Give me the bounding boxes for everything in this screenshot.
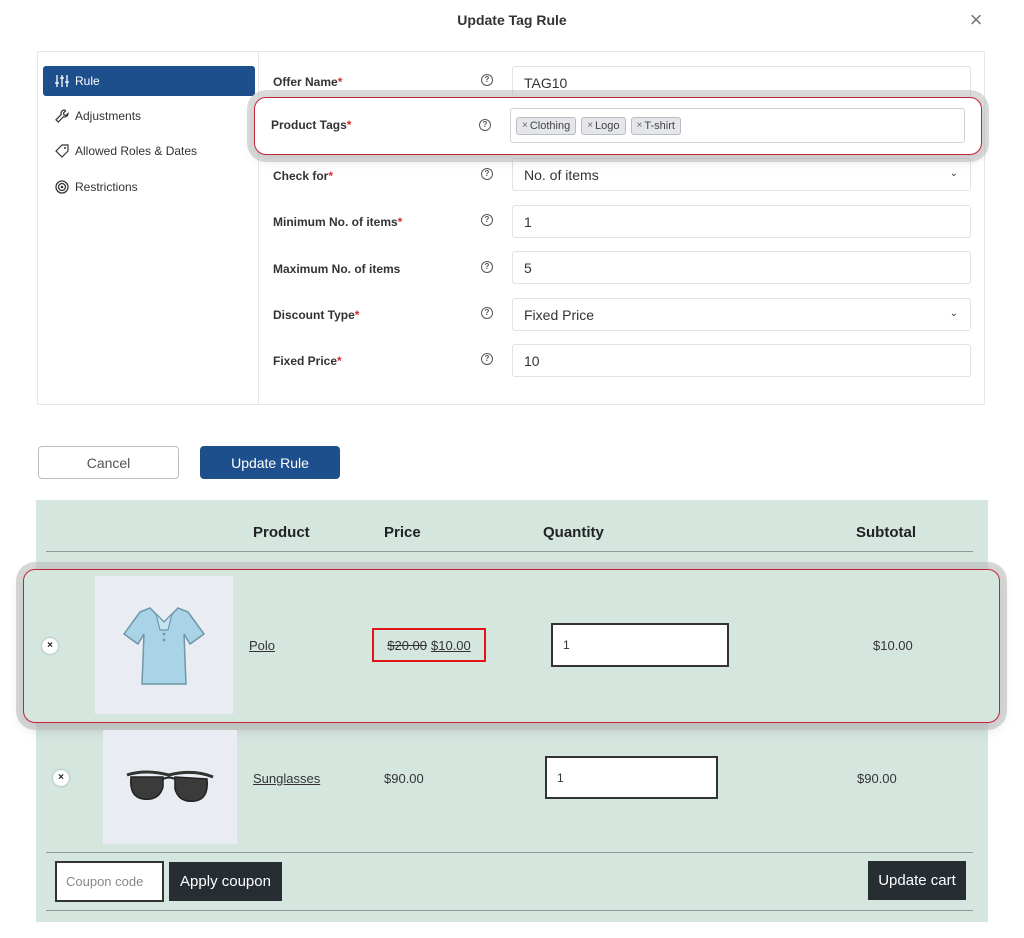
help-icon[interactable]: ? [481,214,493,226]
apply-coupon-button[interactable]: Apply coupon [169,862,282,901]
column-header-quantity: Quantity [543,524,604,541]
update-cart-button[interactable]: Update cart [868,861,966,900]
help-icon[interactable]: ? [481,307,493,319]
sidebar-item-label: Adjustments [75,109,142,123]
divider [46,551,973,552]
product-tags-input[interactable]: × Clothing × Logo × T-shirt [510,108,965,143]
rule-sidebar: Rule Adjustments Allowed Roles & Dates R… [38,52,259,404]
polo-shirt-image [122,607,206,685]
tag-chip: × Clothing [516,116,577,135]
target-icon [55,180,69,194]
column-header-product: Product [253,524,310,541]
min-items-label: Minimum No. of items* [273,215,403,229]
product-tags-highlight: Product Tags* ? × Clothing × Logo × T-shirt [254,97,982,155]
tag-chip: × T-shirt [630,116,681,135]
max-items-label: Maximum No. of items [273,262,401,276]
column-header-price: Price [384,524,421,541]
help-icon[interactable]: ? [479,119,491,131]
quantity-input[interactable]: 1 [551,623,729,667]
product-link-polo[interactable]: Polo [249,638,275,653]
column-header-subtotal: Subtotal [856,524,916,541]
sidebar-item-restrictions[interactable]: Restrictions [43,172,255,202]
chevron-down-icon: ⌄ [949,168,958,179]
check-for-select[interactable]: No. of items ⌄ [512,158,971,191]
sidebar-item-label: Allowed Roles & Dates [75,144,198,158]
sunglasses-image [126,770,214,802]
max-items-input[interactable]: 5 [512,251,971,284]
dialog-title: Update Tag Rule [457,12,567,28]
sidebar-item-rule[interactable]: Rule [43,66,255,96]
help-icon[interactable]: ? [481,74,493,86]
min-items-input[interactable]: 1 [512,205,971,238]
offer-name-label: Offer Name* [273,75,343,89]
help-icon[interactable]: ? [481,168,493,180]
product-tags-label: Product Tags* [271,118,352,132]
product-thumbnail-polo[interactable] [95,576,233,714]
price-highlight: $20.00 $10.00 [372,628,486,662]
sidebar-item-label: Restrictions [75,180,138,194]
discount-type-label: Discount Type* [273,308,360,322]
remove-item-icon[interactable]: × [42,638,58,654]
tag-chip: × Logo [581,116,626,135]
remove-tag-icon[interactable]: × [587,120,593,131]
divider [46,910,973,911]
fixed-price-label: Fixed Price* [273,354,342,368]
update-rule-button[interactable]: Update Rule [200,446,340,479]
fixed-price-input[interactable]: 10 [512,344,971,377]
remove-item-icon[interactable]: × [53,770,69,786]
check-for-value: No. of items [524,166,599,183]
chevron-down-icon: ⌄ [949,308,958,319]
original-price: $20.00 [387,637,427,653]
sidebar-item-adjustments[interactable]: Adjustments [43,101,255,131]
sliders-icon [55,75,69,87]
help-icon[interactable]: ? [481,353,493,365]
check-for-label: Check for* [273,169,334,183]
row-subtotal: $90.00 [857,771,897,786]
discount-type-select[interactable]: Fixed Price ⌄ [512,298,971,331]
divider [46,852,973,853]
coupon-code-input[interactable]: Coupon code [55,861,164,902]
sidebar-item-allowed-roles-dates[interactable]: Allowed Roles & Dates [43,136,255,166]
help-icon[interactable]: ? [481,261,493,273]
product-thumbnail-sunglasses[interactable] [103,730,237,844]
remove-tag-icon[interactable]: × [637,120,643,131]
product-link-sunglasses[interactable]: Sunglasses [253,771,320,786]
sidebar-item-label: Rule [75,74,100,88]
row-price: $90.00 [384,771,424,786]
row-subtotal: $10.00 [873,638,913,653]
sale-price: $10.00 [431,637,471,653]
tag-icon [55,144,69,158]
discount-type-value: Fixed Price [524,306,595,323]
remove-tag-icon[interactable]: × [522,120,528,131]
quantity-input[interactable]: 1 [545,756,718,799]
cancel-button[interactable]: Cancel [38,446,179,479]
close-icon[interactable]: × [964,8,988,32]
offer-name-input[interactable]: TAG10 [512,66,971,99]
wrench-icon [55,109,69,123]
